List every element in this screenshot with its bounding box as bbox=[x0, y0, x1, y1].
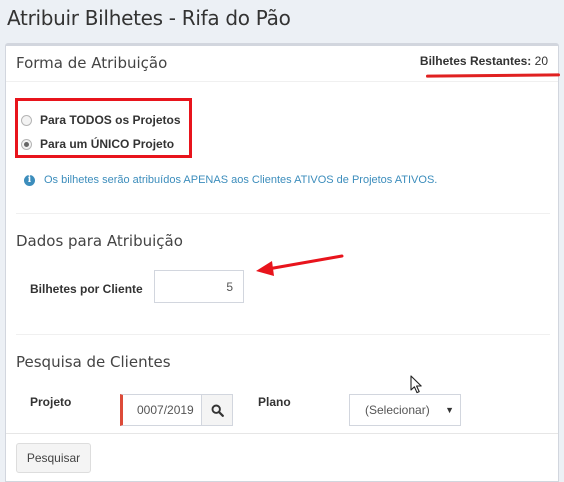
page-title: Atribuir Bilhetes - Rifa do Pão bbox=[7, 6, 291, 30]
chevron-down-icon: ▼ bbox=[445, 405, 454, 415]
plan-label: Plano bbox=[258, 395, 291, 409]
info-circle-icon: i bbox=[24, 174, 35, 186]
assignment-panel: Forma de Atribuição Bilhetes Restantes: … bbox=[5, 43, 561, 482]
assignment-data-heading: Dados para Atribuição bbox=[16, 232, 183, 250]
tickets-per-client-label: Bilhetes por Cliente bbox=[30, 282, 143, 296]
divider bbox=[6, 433, 558, 434]
radio-single-project[interactable]: Para um ÚNICO Projeto bbox=[21, 137, 174, 151]
divider bbox=[6, 81, 558, 82]
divider bbox=[16, 213, 550, 214]
tickets-remaining-label: Bilhetes Restantes: bbox=[419, 54, 532, 68]
radio-all-projects-label: Para TODOS os Projetos bbox=[40, 113, 181, 127]
magnifier-icon bbox=[211, 404, 224, 417]
tickets-per-client-value: 5 bbox=[226, 279, 233, 294]
radio-button-checked[interactable] bbox=[21, 138, 32, 150]
mouse-pointer-icon bbox=[410, 375, 422, 394]
annotation-arrow bbox=[256, 254, 344, 276]
tickets-remaining: Bilhetes Restantes: 20 bbox=[420, 54, 548, 68]
project-search-button[interactable] bbox=[202, 394, 233, 426]
info-text: Os bilhetes serão atribuídos APENAS aos … bbox=[44, 174, 438, 186]
tickets-per-client-input[interactable]: 5 bbox=[154, 270, 244, 303]
project-input[interactable]: 0007/2019 bbox=[120, 394, 202, 426]
plan-select[interactable]: (Selecionar) ▼ bbox=[349, 394, 461, 426]
radio-button[interactable] bbox=[21, 114, 32, 126]
plan-select-value: (Selecionar) bbox=[365, 403, 430, 417]
divider bbox=[16, 334, 550, 335]
info-message: i Os bilhetes serão atribuídos APENAS ao… bbox=[24, 174, 437, 186]
assignment-form-heading: Forma de Atribuição bbox=[16, 54, 168, 72]
radio-all-projects[interactable]: Para TODOS os Projetos bbox=[21, 113, 181, 127]
search-button[interactable]: Pesquisar bbox=[16, 443, 91, 473]
client-search-heading: Pesquisa de Clientes bbox=[16, 353, 171, 371]
tickets-remaining-value: 20 bbox=[534, 54, 548, 68]
project-input-value: 0007/2019 bbox=[137, 403, 194, 417]
annotation-underline bbox=[425, 73, 561, 78]
radio-single-project-label: Para um ÚNICO Projeto bbox=[40, 137, 175, 151]
project-label: Projeto bbox=[30, 395, 72, 409]
